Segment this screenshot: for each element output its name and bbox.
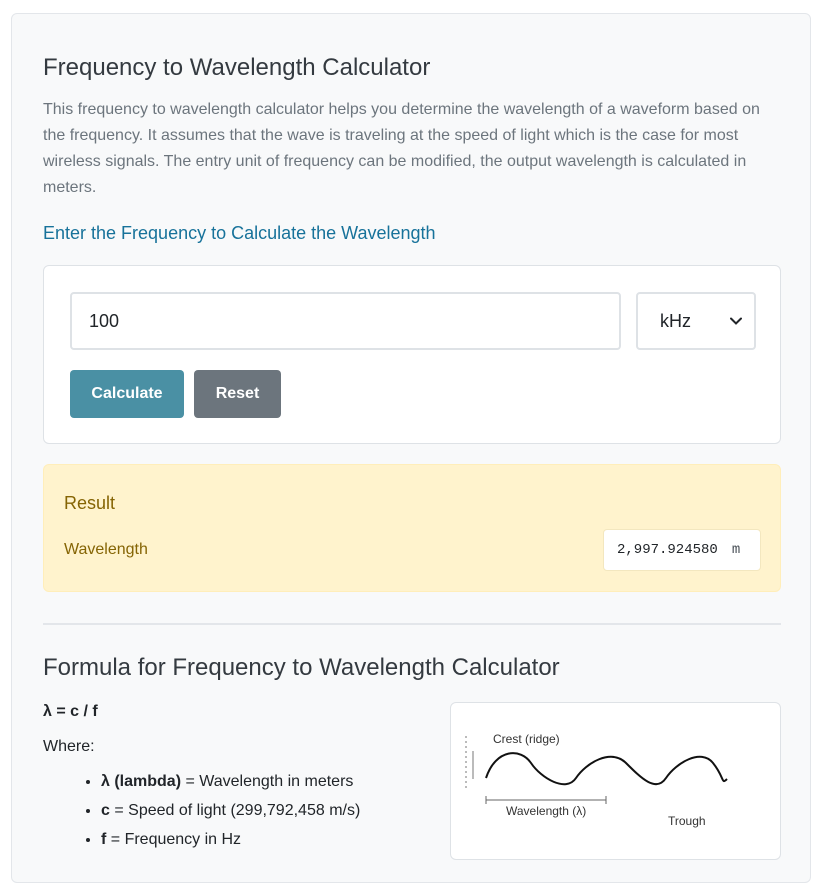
where-label: Where: [43,738,95,755]
calculator-panel: Frequency to Wavelength Calculator This … [11,13,811,883]
wavelength-value: 2,997.924580 [617,542,718,558]
crest-label: Crest (ridge) [493,732,560,746]
result-label: Wavelength [64,541,148,558]
unit-select-value: kHz [660,310,691,331]
calculator-form: kHz Calculate Reset [43,265,781,444]
wavelength-unit: m [731,542,741,558]
unit-select[interactable]: kHz [636,292,756,350]
variable-symbol: λ (lambda) [101,773,182,790]
list-item: f = Frequency in Hz [101,829,360,858]
list-item: c = Speed of light (299,792,458 m/s) [101,800,360,829]
wavelength-label: Wavelength (λ) [506,804,586,818]
list-item: λ (lambda) = Wavelength in meters [101,771,360,800]
intro-paragraph: This frequency to wavelength calculator … [43,101,760,196]
variable-list: λ (lambda) = Wavelength in meters c = Sp… [83,771,360,858]
variable-description: = Speed of light (299,792,458 m/s) [109,802,361,819]
variable-symbol: c [101,802,110,819]
variable-description: = Frequency in Hz [106,831,242,848]
result-title: Result [64,493,116,513]
formula-equation: λ = c / f [43,703,98,720]
page-title: Frequency to Wavelength Calculator [43,54,431,81]
wave-diagram: Crest (ridge) Wavelength (λ) Trough [450,702,781,860]
frequency-input[interactable] [70,292,621,350]
calculator-heading: Enter the Frequency to Calculate the Wav… [43,223,436,243]
variable-description: = Wavelength in meters [181,773,354,790]
chevron-down-icon [730,314,742,328]
wave-path [485,752,728,786]
calculate-button[interactable]: Calculate [70,370,184,418]
formula-heading: Formula for Frequency to Wavelength Calc… [43,654,560,681]
reset-button[interactable]: Reset [194,370,281,418]
wavelength-output[interactable]: 2,997.924580 m [603,529,761,571]
trough-label: Trough [668,814,706,828]
section-divider [43,623,781,625]
result-box: Result Wavelength 2,997.924580 m [43,464,781,592]
wave-diagram-svg: Crest (ridge) Wavelength (λ) Trough [465,732,728,828]
